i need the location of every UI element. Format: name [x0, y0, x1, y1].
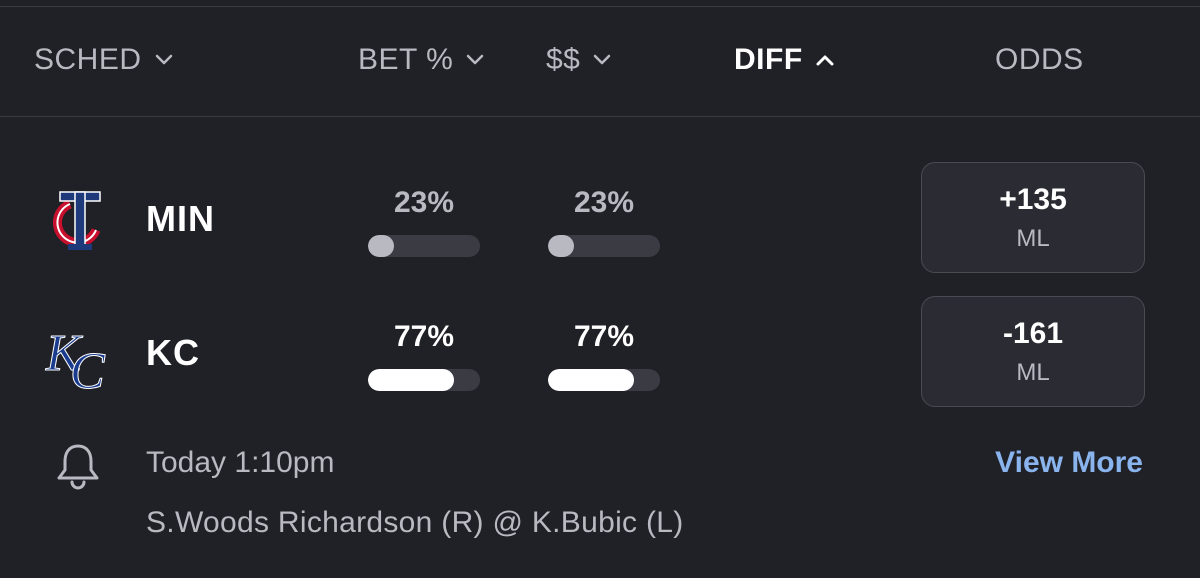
odds-label: ODDS	[995, 43, 1084, 76]
money-pct-value: 77%	[573, 320, 635, 353]
probable-pitchers: S.Woods Richardson (R) @ K.Bubic (L)	[146, 506, 684, 539]
chevron-up-icon	[815, 53, 835, 67]
diff-sort[interactable]: DIFF	[734, 43, 835, 77]
twins-logo-icon	[40, 180, 120, 260]
team-row-min: MIN 23% 23% +135 ML	[0, 162, 1200, 282]
bet-pct-sort[interactable]: BET %	[358, 43, 485, 77]
svg-text:C: C	[70, 343, 106, 394]
odds-type: ML	[1016, 359, 1050, 386]
odds-button-min[interactable]: +135 ML	[921, 162, 1145, 273]
bet-pct-bar-fill	[368, 369, 455, 391]
bell-icon[interactable]	[52, 440, 104, 492]
bet-pct-bar-fill	[368, 235, 394, 257]
diff-label: DIFF	[734, 43, 803, 76]
money-pct-bar	[548, 369, 660, 391]
team-abbr: KC	[146, 332, 200, 373]
bet-pct-label: BET %	[358, 43, 454, 76]
sched-label: SCHED	[34, 43, 142, 76]
sched-sort[interactable]: SCHED	[34, 43, 174, 77]
money-pct-bar-fill	[548, 235, 574, 257]
odds-button-kc[interactable]: -161 ML	[921, 296, 1145, 407]
bet-pct-value: 23%	[393, 186, 455, 219]
chevron-down-icon	[154, 53, 174, 67]
odds-value: +135	[999, 183, 1067, 216]
bet-pct-bar	[368, 235, 480, 257]
view-more-link[interactable]: View More	[995, 446, 1143, 480]
odds-value: -161	[1002, 317, 1064, 350]
money-pct-bar-fill	[548, 369, 635, 391]
chevron-down-icon	[592, 53, 612, 67]
odds-type: ML	[1016, 225, 1050, 252]
game-time: Today 1:10pm	[146, 446, 335, 479]
money-label: $$	[546, 43, 581, 76]
bet-pct-bar	[368, 369, 480, 391]
column-header: SCHED BET % $$ DIFF ODDS	[0, 7, 1200, 117]
team-row-kc: K C KC 77% 77% -161 ML	[0, 296, 1200, 416]
chevron-down-icon	[465, 53, 485, 67]
bet-pct-value: 77%	[393, 320, 455, 353]
royals-logo-icon: K C	[40, 314, 120, 401]
money-pct-value: 23%	[573, 186, 635, 219]
money-sort[interactable]: $$	[546, 43, 612, 77]
odds-sort[interactable]: ODDS	[995, 43, 1084, 77]
money-pct-bar	[548, 235, 660, 257]
team-abbr: MIN	[146, 198, 215, 239]
